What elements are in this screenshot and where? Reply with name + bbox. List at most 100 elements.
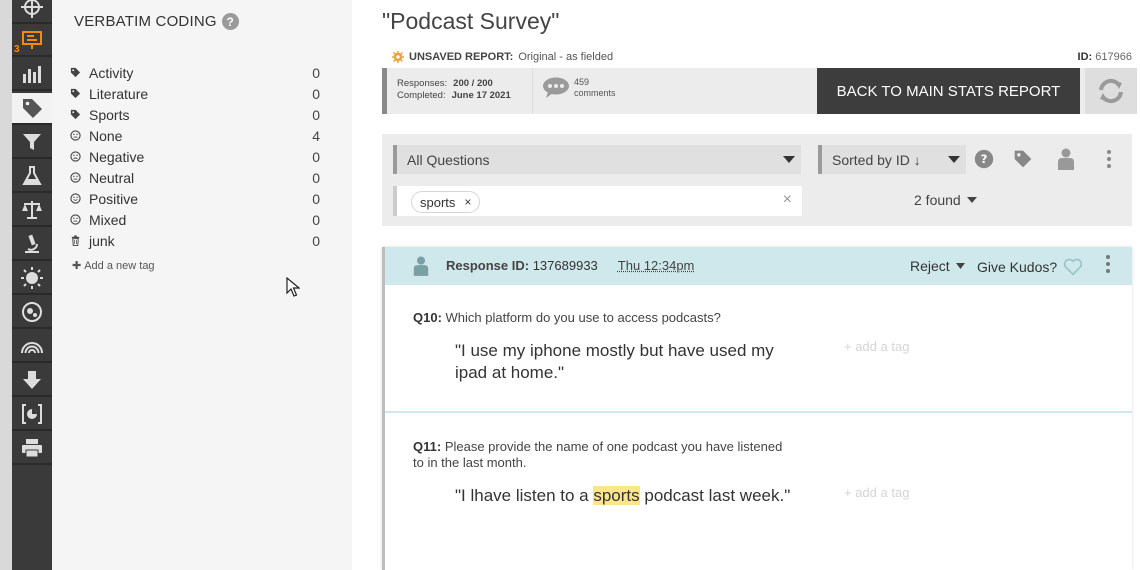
tag-label: Mixed <box>89 211 127 228</box>
bracket-chart-icon[interactable] <box>12 399 52 431</box>
presentation-icon[interactable]: 3 <box>12 25 52 57</box>
question-text: Q11: Please provide the name of one podc… <box>413 439 783 471</box>
tag-sidebar: VERBATIM CODING ? Activity 0 Literature … <box>52 0 352 570</box>
tag-icon[interactable] <box>12 93 52 125</box>
smile-face-icon <box>70 193 89 204</box>
tag-item-mixed[interactable]: Mixed 0 <box>70 209 320 230</box>
response-id-value: 137689933 <box>532 258 598 273</box>
response-time[interactable]: Thu 12:34pm <box>618 258 695 273</box>
tag-count: 0 <box>312 190 320 207</box>
caret-down-icon <box>955 263 965 269</box>
tag-item-activity[interactable]: Activity 0 <box>70 62 320 83</box>
page-title: "Podcast Survey" <box>382 8 560 34</box>
download-icon[interactable] <box>12 365 52 397</box>
more-options-icon[interactable] <box>1106 255 1110 273</box>
chip-remove-icon[interactable]: × <box>464 195 471 209</box>
tag-label: Negative <box>89 148 145 165</box>
flask-icon[interactable] <box>12 161 52 193</box>
search-chip[interactable]: sports × <box>411 191 481 213</box>
tag-count: 0 <box>312 64 320 81</box>
response-header: Response ID: 137689933 Thu 12:34pm Rejec… <box>385 247 1132 285</box>
tag-count: 0 <box>312 148 320 165</box>
tag-label: junk <box>89 232 115 249</box>
completed-value: June 17 2021 <box>451 90 511 101</box>
add-new-tag-link[interactable]: ✚ Add a new tag <box>72 259 155 273</box>
microscope-icon[interactable] <box>12 229 52 261</box>
report-id: ID: 617966 <box>1078 51 1132 63</box>
refresh-button[interactable] <box>1085 68 1137 114</box>
scales-icon[interactable] <box>12 195 52 227</box>
response-id-group: Response ID: 137689933 Thu 12:34pm <box>446 258 694 273</box>
question-number: Q10: <box>413 310 442 325</box>
heart-icon <box>1064 258 1083 276</box>
respondent-icon <box>413 256 429 276</box>
sidebar-title-text: VERBATIM CODING <box>74 13 217 30</box>
tag-item-literature[interactable]: Literature 0 <box>70 83 320 104</box>
found-count: 2 found <box>914 192 961 208</box>
question-text: Q10: Which platform do you use to access… <box>413 310 783 326</box>
segment-icon[interactable] <box>12 297 52 329</box>
sort-select-value: Sorted by ID ↓ <box>832 151 921 168</box>
caret-down-icon <box>966 197 977 203</box>
tag-item-sports[interactable]: Sports 0 <box>70 104 320 125</box>
sun-icon[interactable] <box>12 263 52 295</box>
tag-icon <box>70 109 89 120</box>
found-count-dropdown[interactable]: 2 found <box>914 192 977 208</box>
more-options-icon[interactable] <box>1098 148 1120 170</box>
stats-divider <box>532 68 533 114</box>
printer-icon[interactable] <box>12 433 52 465</box>
tag-icon[interactable] <box>1012 148 1034 170</box>
tag-count: 0 <box>312 85 320 102</box>
clear-search-icon[interactable]: × <box>783 191 792 209</box>
sort-select[interactable]: Sorted by ID ↓ <box>818 145 966 174</box>
question-body: Which platform do you use to access podc… <box>445 310 721 325</box>
add-tag-link[interactable]: + add a tag <box>844 339 909 354</box>
responses-value: 200 / 200 <box>453 78 493 89</box>
unsaved-text: Original - as fielded <box>518 51 614 63</box>
unsaved-label: UNSAVED REPORT: <box>409 51 514 63</box>
back-to-main-stats-button[interactable]: BACK TO MAIN STATS REPORT <box>817 68 1080 114</box>
question-select-value: All Questions <box>407 151 490 168</box>
rail-badge: 3 <box>14 44 20 55</box>
question-block-q10: Q10: Which platform do you use to access… <box>385 285 1132 411</box>
help-icon[interactable]: ? <box>221 13 239 30</box>
comments-label: comments <box>574 88 616 98</box>
search-filter-input[interactable]: sports × × <box>393 186 802 216</box>
answer-text: "I lhave listen to a sports podcast last… <box>455 485 795 507</box>
bar-chart-icon[interactable] <box>12 59 52 91</box>
trash-icon <box>70 235 89 246</box>
tag-label: Neutral <box>89 169 135 186</box>
tag-item-none[interactable]: None 4 <box>70 125 320 146</box>
response-id-label: Response ID: <box>446 258 530 273</box>
question-select[interactable]: All Questions <box>393 145 801 174</box>
tag-label: Positive <box>89 190 139 207</box>
rainbow-icon[interactable] <box>12 331 52 363</box>
tag-label: None <box>89 127 123 144</box>
filter-icon[interactable] <box>12 127 52 159</box>
user-icon[interactable] <box>1055 148 1077 170</box>
response-card: Response ID: 137689933 Thu 12:34pm Rejec… <box>382 247 1132 570</box>
add-tag-label: Add a new tag <box>84 259 155 272</box>
give-kudos-button[interactable]: Give Kudos? <box>977 258 1083 276</box>
tag-item-neutral[interactable]: Neutral 0 <box>70 167 320 188</box>
tag-count: 4 <box>312 127 320 144</box>
crosshair-icon[interactable] <box>12 0 52 24</box>
tag-item-junk[interactable]: junk 0 <box>70 230 320 251</box>
stats-bar: Responses: 200 / 200 Completed: June 17 20… <box>382 68 1137 114</box>
comments-link[interactable]: 459 comments <box>542 77 616 99</box>
tag-item-negative[interactable]: Negative 0 <box>70 146 320 167</box>
chevron-down-icon <box>783 156 795 163</box>
help-icon[interactable]: ? <box>973 148 995 170</box>
add-tag-link[interactable]: + add a tag <box>844 485 909 500</box>
refresh-icon <box>1099 78 1123 104</box>
kudos-label: Give Kudos? <box>977 259 1058 275</box>
gear-icon <box>392 51 404 63</box>
tag-item-positive[interactable]: Positive 0 <box>70 188 320 209</box>
frown-face-icon <box>70 151 89 162</box>
report-id-value: 617966 <box>1095 51 1132 63</box>
answer-part: podcast last week." <box>639 486 791 505</box>
reject-dropdown[interactable]: Reject <box>910 258 965 274</box>
answer-part: "I lhave listen to a <box>455 486 594 505</box>
tag-icon <box>70 67 89 78</box>
unsaved-report-status: UNSAVED REPORT: Original - as fielded <box>392 51 613 63</box>
